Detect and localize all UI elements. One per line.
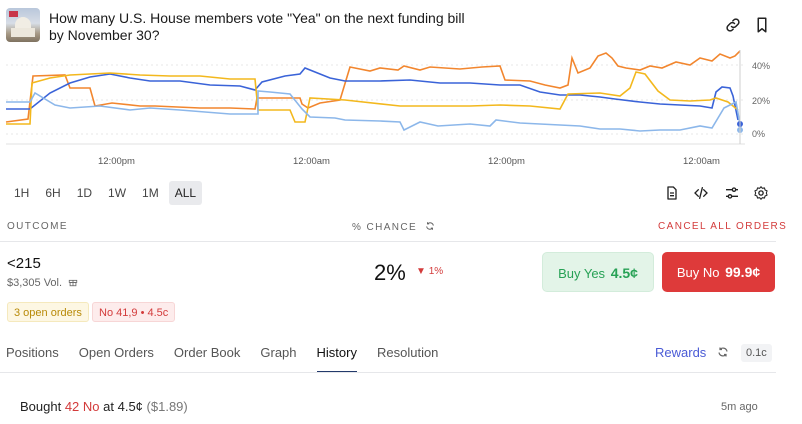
refresh-icon[interactable] [425,221,435,231]
down-arrow-icon: ▼ [416,266,426,277]
outcome-volume: $3,305 Vol. [7,277,78,289]
y-tick-label: 20% [752,96,770,106]
market-header: How many U.S. House members vote "Yea" o… [6,8,786,48]
buy-no-button[interactable]: Buy No 99.9¢ [662,252,775,292]
range-1w[interactable]: 1W [102,181,132,205]
document-icon[interactable] [664,185,680,201]
x-tick-label: 12:00am [293,156,330,167]
tab-open-orders[interactable]: Open Orders [79,343,154,373]
link-icon[interactable] [724,16,742,34]
tab-order-book[interactable]: Order Book [174,343,240,373]
outcome-name: <215 [7,255,41,272]
capitol-building-image [6,8,40,42]
tab-resolution[interactable]: Resolution [377,343,438,373]
tabs-divider [0,372,776,373]
series-line-blue [6,67,739,121]
range-1m[interactable]: 1M [136,181,165,205]
tab-graph[interactable]: Graph [260,343,296,373]
open-orders-badge[interactable]: 3 open orders [7,302,89,322]
chance-column-header: % CHANCE [352,221,435,233]
series-line-yellow [6,71,739,125]
outcome-column-header: OUTCOME [7,221,68,232]
range-1h[interactable]: 1H [8,181,35,205]
tick-size-badge: 0.1c [741,344,772,362]
bookmark-icon[interactable] [753,16,771,34]
x-tick-label: 12:00pm [98,156,135,167]
rewards-link[interactable]: Rewards [655,345,706,360]
outcome-chance: 2% [374,260,406,285]
settings-icon[interactable] [753,185,769,201]
price-history-chart[interactable]: 40% 20% 0% 12:00pm 12:00am 12:00pm 12:00… [0,48,802,174]
time-range-selector: 1H 6H 1D 1W 1M ALL [8,181,203,205]
range-all[interactable]: ALL [168,181,203,205]
embed-code-icon[interactable] [693,185,709,201]
cancel-all-orders-link[interactable]: CANCEL ALL ORDERS [658,221,787,232]
y-tick-label: 40% [752,61,770,71]
refresh-icon[interactable] [717,346,729,358]
chance-change: ▼ 1% [416,266,444,277]
x-tick-label: 12:00am [683,156,720,167]
history-row: Bought 42 No at 4.5¢ ($1.89) [20,399,188,414]
detail-tabs: Positions Open Orders Order Book Graph H… [6,343,458,373]
market-question: How many U.S. House members vote "Yea" o… [49,10,465,43]
tab-history[interactable]: History [316,343,357,373]
tab-positions[interactable]: Positions [6,343,59,373]
gift-icon [68,279,78,287]
x-tick-label: 12:00pm [488,156,525,167]
sliders-icon[interactable] [724,185,740,201]
y-tick-label: 0% [752,129,765,139]
range-6h[interactable]: 6H [39,181,66,205]
position-badge[interactable]: No 41,9 • 4.5c [92,302,176,322]
series-line-lightblue [6,90,742,132]
history-time: 5m ago [721,401,758,413]
range-1d[interactable]: 1D [71,181,98,205]
table-header-divider [0,241,776,242]
buy-yes-button[interactable]: Buy Yes 4.5¢ [542,252,654,292]
